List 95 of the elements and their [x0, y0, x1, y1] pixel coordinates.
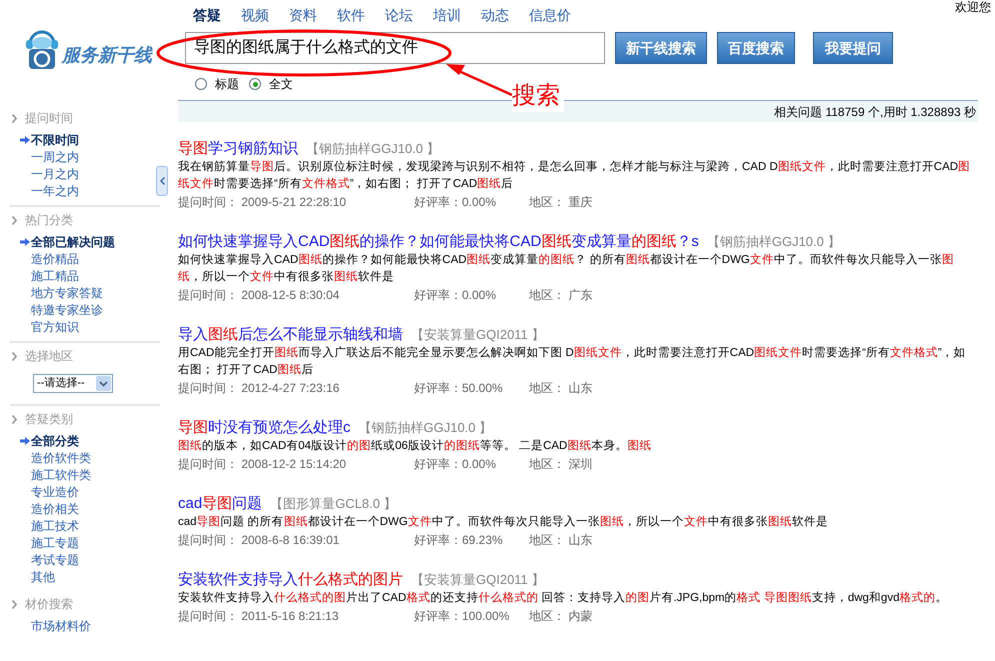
- region-select[interactable]: --请选择--: [33, 374, 113, 393]
- region-text: 地区： 广东: [529, 287, 592, 304]
- question-time: 提问时间： 2009-5-21 22:28:10: [178, 194, 348, 211]
- nav-link[interactable]: 软件: [337, 5, 365, 32]
- region-text: 地区： 重庆: [529, 194, 592, 211]
- section-heading: 选择地区: [25, 348, 73, 365]
- sidebar-link[interactable]: 施工软件类: [31, 466, 91, 484]
- category-tag: 【安装算量GQI2011 】: [411, 325, 544, 344]
- logo-text: 服务新干线: [62, 44, 152, 67]
- radio-button[interactable]: [249, 78, 261, 90]
- result-snippet: 如何快速掌握导入CAD图纸的操作？如何能最快将CAD图纸变成算量的图纸？ 的所有图纸都设计在一个DWG文件中了。而软件每次只能导入一张图纸，所以一个文件中有很多张图纸软件是: [178, 252, 955, 285]
- sidebar-link[interactable]: 特邀专家坐诊: [31, 300, 103, 318]
- radio-button[interactable]: [195, 78, 207, 90]
- mascot-icon: [24, 28, 60, 70]
- category-tag: 【图形算量GCL8.0 】: [270, 494, 397, 514]
- nav-link[interactable]: 论坛: [385, 5, 413, 32]
- search-field[interactable]: 导图的图纸属于什么格式的文件: [185, 32, 605, 64]
- sidebar-link[interactable]: 造价相关: [31, 500, 79, 518]
- region-text: 地区： 内蒙: [529, 608, 592, 625]
- welcome-text: 欢迎您: [955, 0, 991, 14]
- sidebar-link[interactable]: 施工精品: [31, 266, 79, 284]
- rating-text: 好评率：0.00%: [414, 456, 498, 473]
- category-tag: 【安装算量GQI2011 】: [411, 570, 544, 590]
- region-text: 地区： 深圳: [529, 456, 592, 473]
- nav-link[interactable]: 培训: [433, 5, 461, 32]
- search-button[interactable]: 新干线搜索: [615, 32, 707, 64]
- result-title[interactable]: cad导图问题: [178, 494, 262, 514]
- rating-text: 好评率：50.00%: [414, 380, 504, 397]
- nav-link[interactable]: 答疑: [193, 5, 221, 32]
- result-snippet: 用CAD能完全打开图纸而导入广联达后不能完全显示要怎么解决啊如下图 D图纸文件，此时需要注意打开CAD图纸文件时需要选择“所有文件格式”，如右图； 打开了CAD图纸后: [178, 345, 967, 378]
- question-time: 提问时间： 2011-5-16 8:21:13: [178, 608, 340, 625]
- collapse-tab[interactable]: [156, 166, 168, 196]
- arrow-icon: [20, 238, 30, 246]
- question-time: 提问时间： 2008-12-5 8:30:04: [178, 287, 340, 304]
- result-title[interactable]: 导图学习钢筋知识: [178, 139, 298, 159]
- search-button[interactable]: 百度搜索: [717, 32, 795, 64]
- category-tag: 【钢筋抽样GGJ10.0 】: [358, 418, 492, 438]
- rating-text: 好评率：100.00%: [414, 608, 510, 625]
- result-title[interactable]: 如何快速掌握导入CAD图纸的操作？如何能最快将CAD图纸变成算量的图纸？s: [178, 232, 699, 252]
- nav-link[interactable]: 信息价: [529, 5, 571, 32]
- chevron-icon: [12, 600, 17, 608]
- sidebar-link[interactable]: 考试专题: [31, 550, 79, 568]
- sidebar-link[interactable]: 不限时间: [31, 130, 79, 148]
- result-title[interactable]: 导入图纸后怎么不能显示轴线和墙: [178, 325, 403, 345]
- result-snippet: 安装软件支持导入什么格式的图片出了CAD格式的还支持什么格式的 回答：支持导入的图片有.JPG,bpm的格式 导图图纸支持，dwg和gvd格式的。: [178, 590, 948, 606]
- sidebar-link[interactable]: 一月之内: [31, 164, 79, 182]
- nav-link[interactable]: 视频: [241, 5, 269, 32]
- question-time: 提问时间： 2008-6-8 16:39:01: [178, 532, 340, 549]
- result-title[interactable]: 导图时没有预览怎么处理c: [178, 418, 350, 438]
- result-title[interactable]: 安装软件支持导入什么格式的图片: [178, 570, 403, 590]
- chevron-icon: [12, 216, 17, 224]
- result-snippet: 我在钢筋算量导图后。识别原位标注时候，发现梁跨与识别不相符，是怎么回事，怎样才能与标注与梁跨，CAD D图纸文件，此时需要注意打开CAD图纸文件时需要选择“所有文件格式”，如右图； 打开了CAD图纸后: [178, 159, 972, 192]
- sidebar-link[interactable]: 造价软件类: [31, 448, 91, 466]
- question-time: 提问时间： 2012-4-27 7:23:16: [178, 380, 340, 397]
- chevron-icon: [12, 114, 17, 122]
- section-heading: 材价搜索: [25, 596, 73, 613]
- sidebar-link[interactable]: 其他: [31, 568, 55, 586]
- dropdown-icon: [96, 376, 111, 391]
- sidebar-link[interactable]: 专业造价: [31, 482, 79, 500]
- section-heading: 提问时间: [25, 110, 73, 127]
- sidebar-link[interactable]: 一年之内: [31, 182, 79, 200]
- sidebar-link[interactable]: 造价精品: [31, 250, 79, 268]
- question-time: 提问时间： 2008-12-2 15:14:20: [178, 456, 348, 473]
- category-tag: 【钢筋抽样GGJ10.0 】: [306, 139, 440, 158]
- result-snippet: cad导图问题 的所有图纸都设计在一个DWG文件中了。而软件每次只能导入一张图纸，所以一个文件中有很多张图纸软件是: [178, 514, 829, 530]
- region-text: 地区： 山东: [529, 532, 592, 549]
- section-heading: 答疑类别: [25, 411, 73, 428]
- radio-label: 全文: [269, 76, 293, 93]
- nav-link[interactable]: 动态: [481, 5, 509, 32]
- arrow-icon: [20, 436, 30, 444]
- sidebar-link[interactable]: 施工技术: [31, 516, 79, 534]
- nav-link[interactable]: 资料: [289, 5, 317, 32]
- search-button[interactable]: 我要提问: [813, 32, 893, 64]
- sidebar-link[interactable]: 施工专题: [31, 534, 79, 552]
- rating-text: 好评率：69.23%: [414, 532, 504, 549]
- stats-text: 相关问题 118759 个,用时 1.328893 秒: [774, 104, 977, 120]
- section-heading: 热门分类: [25, 212, 73, 229]
- sidebar-link[interactable]: 全部分类: [31, 432, 79, 450]
- annotation-label: 搜索: [512, 80, 564, 112]
- sidebar-link[interactable]: 全部已解决问题: [31, 232, 115, 250]
- radio-label: 标题: [215, 76, 239, 93]
- sidebar-link[interactable]: 地方专家答疑: [31, 284, 103, 302]
- category-tag: 【钢筋抽样GGJ10.0 】: [706, 232, 840, 252]
- rating-text: 好评率：0.00%: [414, 194, 498, 211]
- sidebar-link[interactable]: 官方知识: [31, 318, 79, 336]
- result-snippet: 图纸的版本，如CAD有04版设计的图纸或06版设计的图纸等等。 二是CAD图纸本身。图纸: [178, 438, 652, 454]
- chevron-icon: [12, 414, 17, 424]
- chevron-icon: [12, 352, 17, 360]
- sidebar-link[interactable]: 市场材料价: [31, 616, 91, 634]
- sidebar-link[interactable]: 一周之内: [31, 148, 79, 166]
- chevron-left-icon: [160, 177, 164, 185]
- arrow-icon: [20, 136, 30, 144]
- annotation-arrow: [446, 64, 513, 96]
- region-text: 地区： 山东: [529, 380, 592, 397]
- rating-text: 好评率：0.00%: [414, 287, 498, 304]
